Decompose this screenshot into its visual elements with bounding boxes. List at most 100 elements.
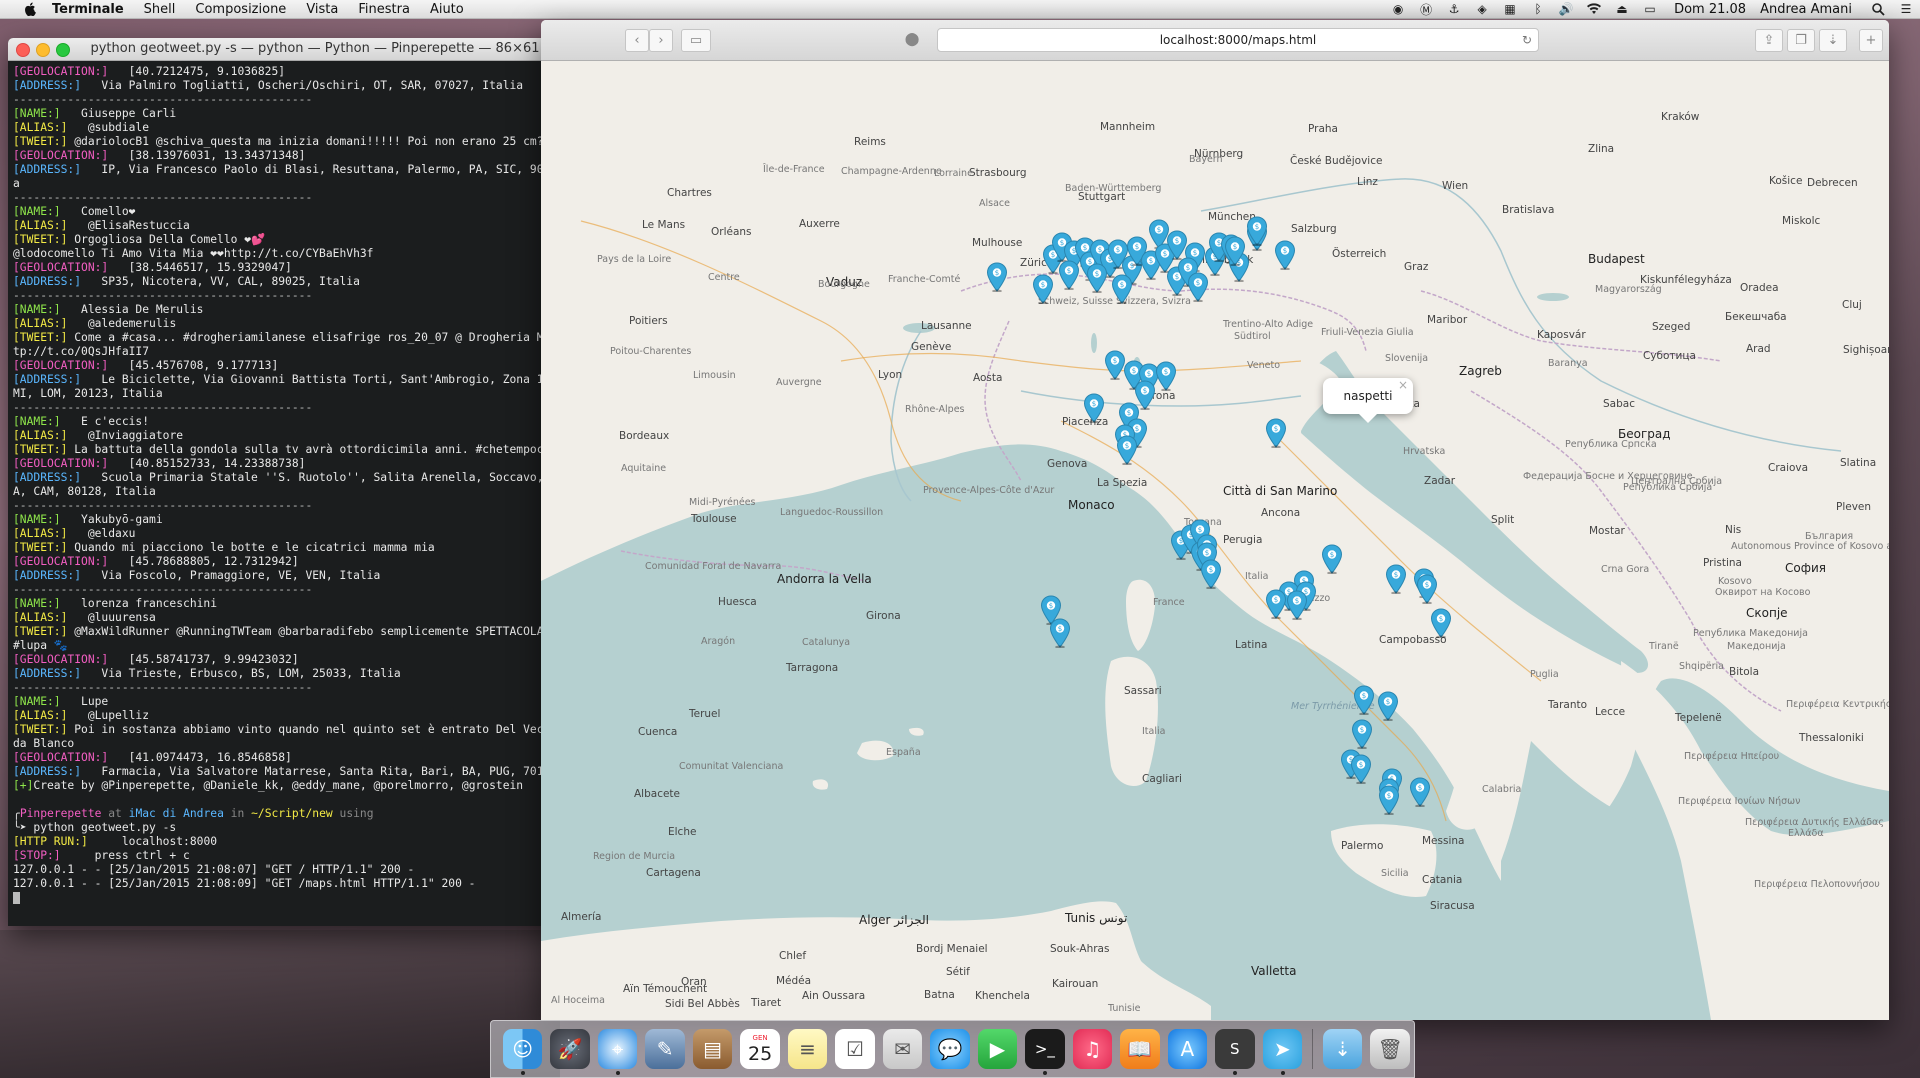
safari-icon[interactable]: ⌖ xyxy=(597,1029,638,1075)
notification-center-icon[interactable]: ☰ xyxy=(1898,2,1914,16)
messages-icon[interactable]: 💬 xyxy=(930,1029,970,1069)
terminal-line-key: [ADDRESS:] xyxy=(13,765,82,778)
map-marker-icon[interactable]: $ xyxy=(1416,574,1438,604)
terminal-window[interactable]: python geotweet.py -s — python — Python … xyxy=(8,38,622,926)
terminal-line-value: @Lupelliz xyxy=(67,709,150,722)
map-marker-icon[interactable]: $ xyxy=(1049,618,1071,648)
terminal-line-key: [ADDRESS:] xyxy=(13,373,82,386)
finder-icon[interactable]: ☺ xyxy=(503,1029,543,1075)
bluetooth-icon[interactable]: ᛒ xyxy=(1530,2,1546,16)
eject-icon[interactable]: ⏏ xyxy=(1614,2,1630,16)
terminal-titlebar[interactable]: python geotweet.py -s — python — Python … xyxy=(8,38,622,61)
downloads-button[interactable]: ⇣ xyxy=(1819,29,1847,52)
reload-icon[interactable]: ↻ xyxy=(1522,29,1532,51)
svg-text:$: $ xyxy=(1127,409,1131,417)
menu-clock[interactable]: Dom 21.08 xyxy=(1674,2,1746,17)
facetime-icon[interactable]: ▶ xyxy=(977,1029,1018,1069)
wifi-icon[interactable] xyxy=(1586,2,1602,16)
map-marker-icon[interactable]: $ xyxy=(1351,719,1373,749)
map-marker-icon[interactable]: $ xyxy=(1286,590,1308,620)
share-button[interactable]: ⇪ xyxy=(1755,29,1783,52)
map-view[interactable]: Vaduz Budapest Zagreb Београд Monaco Andorra … xyxy=(541,61,1889,1020)
map-marker-icon[interactable]: $ xyxy=(1111,274,1133,304)
volume-icon[interactable]: 🔊 xyxy=(1558,2,1574,16)
map-place-label: Slatina xyxy=(1840,457,1877,469)
map-marker-icon[interactable]: $ xyxy=(1409,777,1431,807)
map-marker-icon[interactable]: $ xyxy=(1187,272,1209,302)
spotlight-search-icon[interactable] xyxy=(1870,2,1886,16)
appstore-icon[interactable]: A xyxy=(1167,1029,1208,1069)
map-marker-icon[interactable]: $ xyxy=(1246,216,1268,246)
menu-shell[interactable]: Shell xyxy=(144,2,176,17)
ibooks-icon[interactable]: 📖 xyxy=(1120,1029,1160,1069)
downloads-icon[interactable]: ⇣ xyxy=(1322,1029,1363,1069)
new-tab-button[interactable]: + xyxy=(1859,29,1883,52)
address-bar[interactable]: localhost:8000/maps.html ↻ xyxy=(937,28,1539,52)
map-place-label: Khenchela xyxy=(975,990,1030,1002)
map-marker-icon[interactable]: $ xyxy=(1378,785,1400,815)
forward-button[interactable]: › xyxy=(649,29,673,52)
map-marker-icon[interactable]: $ xyxy=(1430,608,1452,638)
menu-app-name[interactable]: Terminale xyxy=(52,2,124,17)
map-marker-icon[interactable]: $ xyxy=(1265,589,1287,619)
url-text: localhost:8000/maps.html xyxy=(1159,33,1317,47)
menu-composizione[interactable]: Composizione xyxy=(195,2,286,17)
map-marker-icon[interactable]: $ xyxy=(986,262,1008,292)
map-marker-icon[interactable]: $ xyxy=(1265,418,1287,448)
menu-user[interactable]: Andrea Amani xyxy=(1760,2,1852,17)
map-place-label: Cagliari xyxy=(1142,773,1182,785)
contacts-icon[interactable]: ▤ xyxy=(692,1029,733,1069)
terminal-output[interactable]: [GEOLOCATION:] [40.7212475, 9.1036825] [… xyxy=(8,61,622,909)
sidebar-toggle-button[interactable]: ▭ xyxy=(681,29,711,52)
map-marker-icon[interactable]: $ xyxy=(1032,274,1054,304)
browser-window[interactable]: ‹ › ▭ ⬤ localhost:8000/maps.html ↻ ⇪ ❐ ⇣… xyxy=(541,20,1889,1020)
map-marker-icon[interactable]: $ xyxy=(1083,393,1105,423)
close-icon[interactable] xyxy=(16,43,30,57)
mail-icon[interactable]: ✉ xyxy=(882,1029,923,1069)
map-marker-icon[interactable]: $ xyxy=(1200,559,1222,589)
menu-vista[interactable]: Vista xyxy=(306,2,338,17)
map-place-label: España xyxy=(886,747,921,758)
trash-icon[interactable]: 🗑 xyxy=(1370,1029,1410,1069)
scrivener-icon[interactable]: S xyxy=(1215,1029,1255,1075)
map-marker-icon[interactable]: $ xyxy=(1274,240,1296,270)
shield-icon[interactable]: ⬤ xyxy=(899,29,925,50)
launchpad-icon[interactable]: 🚀 xyxy=(550,1029,590,1069)
map-marker-icon[interactable]: $ xyxy=(1377,691,1399,721)
battery-icon[interactable]: ▭ xyxy=(1642,2,1658,16)
terminal-icon[interactable]: >_ xyxy=(1025,1029,1065,1075)
dropbox-icon[interactable]: ◈ xyxy=(1474,2,1490,16)
reminders-icon[interactable]: ☑ xyxy=(835,1029,875,1069)
malwarebytes-icon[interactable]: Ⓜ xyxy=(1418,2,1434,17)
map-marker-icon[interactable]: $ xyxy=(1116,435,1138,465)
preview-icon[interactable]: ✎ xyxy=(645,1029,685,1069)
svg-text:$: $ xyxy=(1125,442,1129,450)
map-marker-icon[interactable]: $ xyxy=(1350,754,1372,784)
map-marker-icon[interactable]: $ xyxy=(1086,263,1108,293)
map-marker-icon[interactable]: $ xyxy=(1353,685,1375,715)
notes-icon[interactable]: ≡ xyxy=(787,1029,828,1069)
anchor-icon[interactable]: ⚓ xyxy=(1446,2,1462,16)
status-circle-icon[interactable]: ◉ xyxy=(1390,2,1406,16)
calendar-month: GEN xyxy=(752,1033,768,1042)
terminal-line-value: lorenza franceschini xyxy=(60,597,218,610)
map-marker-icon[interactable]: $ xyxy=(1224,236,1246,266)
menu-aiuto[interactable]: Aiuto xyxy=(430,2,464,17)
map-place-label: Република Македонија xyxy=(1693,628,1808,639)
zoom-icon[interactable] xyxy=(56,43,70,57)
itunes-icon[interactable]: ♫ xyxy=(1072,1029,1113,1069)
minimize-icon[interactable] xyxy=(36,43,50,57)
map-marker-icon[interactable]: $ xyxy=(1155,361,1177,391)
marker-popup[interactable]: naspetti × xyxy=(1323,378,1413,423)
telegram-icon[interactable]: ➤ xyxy=(1262,1029,1302,1075)
calendar-icon[interactable]: GEN 25 xyxy=(740,1029,780,1069)
apple-icon[interactable] xyxy=(22,1,38,17)
menu-finestra[interactable]: Finestra xyxy=(358,2,410,17)
map-marker-icon[interactable]: $ xyxy=(1385,564,1407,594)
popup-close-icon[interactable]: × xyxy=(1398,367,1408,403)
grid-icon[interactable]: ▦ xyxy=(1502,2,1518,16)
tabs-button[interactable]: ❐ xyxy=(1787,29,1815,52)
map-marker-icon[interactable]: $ xyxy=(1321,544,1343,574)
back-button[interactable]: ‹ xyxy=(625,29,649,52)
terminal-line-key: [ALIAS:] xyxy=(13,527,68,540)
